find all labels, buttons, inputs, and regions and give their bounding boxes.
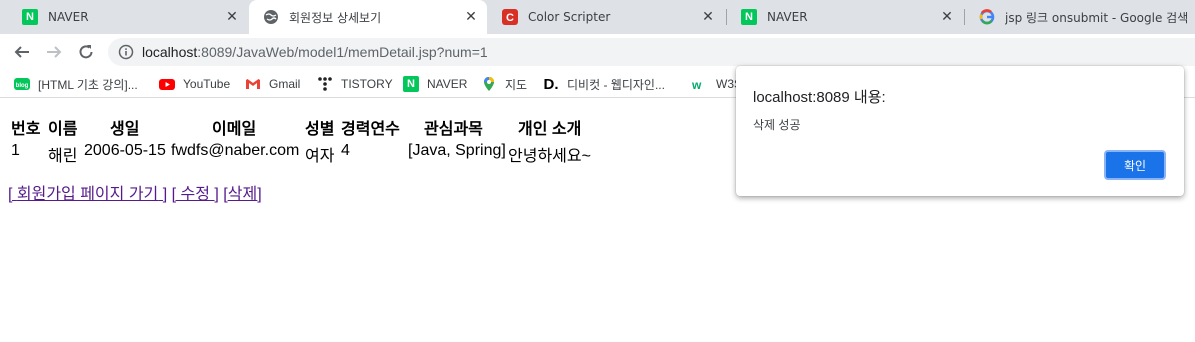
alert-dialog: localhost:8089 내용: 삭제 성공 확인 <box>736 66 1184 196</box>
reload-button[interactable] <box>74 40 98 64</box>
w3schools-icon: w <box>692 76 708 92</box>
cell-gender: 여자 <box>305 148 335 165</box>
bookmark-label: 지도 <box>505 77 528 92</box>
cell-num: 1 <box>11 142 20 159</box>
back-button[interactable] <box>10 40 34 64</box>
naver-icon: N <box>741 9 757 25</box>
bookmark-label: Gmail <box>269 77 301 91</box>
edit-link[interactable]: [ 수정 ] <box>172 186 219 203</box>
naver-icon: N <box>22 9 38 25</box>
edit-link-label: 수정 <box>180 186 210 203</box>
back-arrow-icon <box>14 46 29 58</box>
address-bar[interactable]: localhost:8089/JavaWeb/model1/memDetail.… <box>108 38 1195 66</box>
bookmark-label: TISTORY <box>341 77 393 91</box>
header-gender: 성별 <box>305 121 335 138</box>
bookmark-html-lecture[interactable]: blog [HTML 기초 강의]... <box>14 74 138 94</box>
google-icon <box>979 9 995 25</box>
cell-intro: 안녕하세요~ <box>508 148 591 165</box>
youtube-icon <box>159 76 175 92</box>
tab-title: NAVER <box>48 10 89 24</box>
bookmark-label: [HTML 기초 강의]... <box>38 77 138 92</box>
header-interests: 관심과목 <box>424 121 483 138</box>
cell-birthday: 2006-05-15 <box>84 142 166 159</box>
color-scripter-icon: C <box>502 9 518 25</box>
bookmark-w3schools[interactable]: w W3S <box>692 74 736 94</box>
tab-member-detail[interactable]: 회원정보 상세보기 ✕ <box>249 0 487 34</box>
dialog-message: 삭제 성공 <box>753 118 801 132</box>
bookmark-youtube[interactable]: YouTube <box>159 74 230 94</box>
bookmark-label: YouTube <box>183 77 231 91</box>
action-links: [ 회원가입 페이지 가기 ] [ 수정 ] [삭제] <box>8 180 262 204</box>
header-career: 경력연수 <box>341 121 400 138</box>
tab-title: jsp 링크 onsubmit - Google 검색 <box>1005 10 1189 25</box>
svg-text:C: C <box>506 12 514 24</box>
header-num: 번호 <box>11 121 41 138</box>
tab-google-search[interactable]: jsp 링크 onsubmit - Google 검색 <box>965 0 1195 34</box>
bookmark-label: NAVER <box>427 77 468 91</box>
close-icon[interactable]: ✕ <box>463 9 479 25</box>
dbcut-icon: D. <box>543 75 559 93</box>
maps-icon <box>481 76 497 92</box>
svg-text:blog: blog <box>16 83 29 89</box>
forward-button[interactable] <box>42 40 66 64</box>
bookmark-maps[interactable]: 지도 <box>481 74 527 94</box>
toolbar: localhost:8089/JavaWeb/model1/memDetail.… <box>0 34 1195 70</box>
close-icon[interactable]: ✕ <box>224 9 240 25</box>
gmail-icon <box>245 76 261 92</box>
tab-naver-2[interactable]: N NAVER ✕ <box>727 0 963 34</box>
cell-career: 4 <box>341 142 350 159</box>
header-birthday: 생일 <box>110 121 140 138</box>
tab-title: Color Scripter <box>528 10 611 24</box>
header-intro: 개인 소개 <box>518 121 582 138</box>
url-host: localhost <box>142 44 198 60</box>
close-icon[interactable]: ✕ <box>700 9 716 25</box>
reload-icon <box>79 45 93 59</box>
bookmark-label: W3S <box>716 77 736 91</box>
tab-title: 회원정보 상세보기 <box>289 10 382 25</box>
join-page-link-label: 회원가입 페이지 가기 <box>16 186 159 203</box>
header-name: 이름 <box>48 121 78 138</box>
join-page-link[interactable]: [ 회원가입 페이지 가기 ] <box>8 186 167 203</box>
tab-color-scripter[interactable]: C Color Scripter ✕ <box>488 0 724 34</box>
bookmark-naver[interactable]: N NAVER <box>403 74 467 94</box>
bookmark-gmail[interactable]: Gmail <box>245 74 300 94</box>
delete-link-label: 삭제 <box>227 186 258 203</box>
url-path: :8089/JavaWeb/model1/memDetail.jsp?num=1 <box>197 44 488 60</box>
globe-icon <box>263 9 279 25</box>
cell-interests: [Java, Spring] <box>408 142 506 159</box>
svg-text:w: w <box>692 78 702 92</box>
header-email: 이메일 <box>212 121 257 138</box>
ok-button[interactable]: 확인 <box>1104 150 1166 180</box>
tab-strip: N NAVER ✕ 회원정보 상세보기 ✕ C Color Scripter ✕… <box>0 0 1195 34</box>
tistory-icon <box>317 76 333 92</box>
bookmark-tistory[interactable]: TISTORY <box>317 74 393 94</box>
close-icon[interactable]: ✕ <box>939 9 955 25</box>
naver-icon: N <box>403 76 419 92</box>
cell-name: 해린 <box>48 148 78 165</box>
cell-email: fwdfs@naber.com <box>171 142 300 159</box>
info-icon[interactable] <box>118 44 134 60</box>
blog-icon: blog <box>14 76 30 92</box>
delete-link[interactable]: [삭제] <box>223 186 261 203</box>
dialog-title: localhost:8089 내용: <box>753 89 886 106</box>
forward-arrow-icon <box>47 46 62 58</box>
tab-naver-1[interactable]: N NAVER ✕ <box>8 0 248 34</box>
bookmark-dbcut[interactable]: D. 디비컷 - 웹디자인... <box>543 74 665 94</box>
tab-title: NAVER <box>767 10 808 24</box>
bookmark-label: 디비컷 - 웹디자인... <box>567 77 665 92</box>
